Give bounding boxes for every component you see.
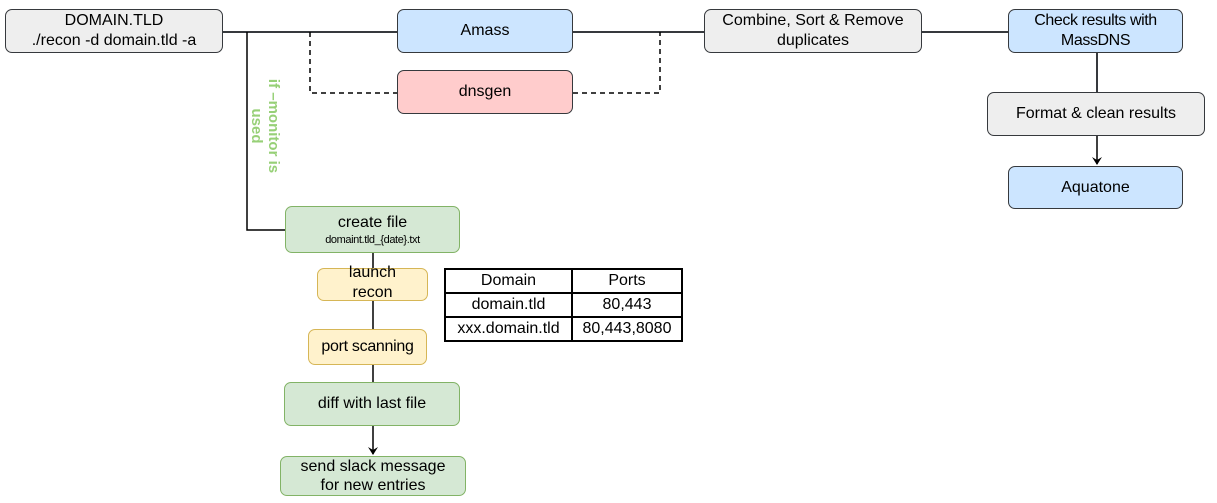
table-header-row: Domain Ports [444,268,683,294]
table-cell-ports: 80,443 [571,292,683,318]
ports-table: Domain Ports domain.tld 80,443 xxx.domai… [444,268,683,342]
table-row: xxx.domain.tld 80,443,8080 [444,316,683,342]
node-diff-label: diff with last file [317,395,427,412]
edge-label-monitor-line1: if –monitor is [265,78,282,174]
edge-dnsgen-combine-dashed [573,32,661,94]
node-combine[interactable]: Combine, Sort & Remove duplicates [704,9,922,53]
node-domain-command: ./recon -d domain.tld -a [31,32,197,49]
node-launch-recon-line1: launch [348,263,397,281]
node-aquatone[interactable]: Aquatone [1008,166,1183,209]
edge-label-monitor-line2: used [248,108,265,144]
table-cell-domain: xxx.domain.tld [444,316,573,342]
node-dnsgen[interactable]: dnsgen [397,70,573,114]
node-massdns-line2: MassDNS [1060,32,1131,49]
node-domain-title: DOMAIN.TLD [64,12,164,29]
node-dnsgen-label: dnsgen [458,83,512,100]
table-header-domain: Domain [444,268,573,294]
connectors-layer [223,31,1102,455]
node-format[interactable]: Format & clean results [987,92,1205,136]
table-row: domain.tld 80,443 [444,292,683,318]
node-combine-line1: Combine, Sort & Remove [722,12,904,29]
node-aquatone-label: Aquatone [1061,178,1130,196]
table-cell-domain: domain.tld [444,292,573,318]
edge-domain-dnsgen-dashed [309,32,397,94]
node-port-scanning[interactable]: port scanning [308,329,427,365]
node-send-slack-line2: for new entries [320,477,426,494]
node-format-label: Format & clean results [1015,105,1177,122]
node-launch-recon[interactable]: launch recon [317,264,428,301]
node-send-slack[interactable]: send slack message for new entries [280,456,466,496]
node-massdns-line1: Check results with [1034,12,1157,29]
node-combine-line2: duplicates [776,32,850,49]
table-cell-ports: 80,443,8080 [571,316,683,342]
node-create-file-label: create file [337,213,408,231]
node-send-slack-line1: send slack message [300,458,446,475]
edge-label-monitor: if –monitor is used [248,70,282,182]
node-port-scanning-label: port scanning [321,338,414,355]
node-create-file-filename: domaint.tld_{date}.txt [325,233,420,246]
node-create-file[interactable]: create file domaint.tld_{date}.txt [285,206,460,253]
node-diff[interactable]: diff with last file [284,382,460,426]
node-launch-recon-line2: recon [352,283,393,301]
table-header-ports: Ports [571,268,683,294]
node-massdns[interactable]: Check results with MassDNS [1008,9,1183,53]
node-amass[interactable]: Amass [397,9,573,53]
node-domain-input[interactable]: DOMAIN.TLD ./recon -d domain.tld -a [5,9,223,53]
node-amass-label: Amass [460,22,510,39]
